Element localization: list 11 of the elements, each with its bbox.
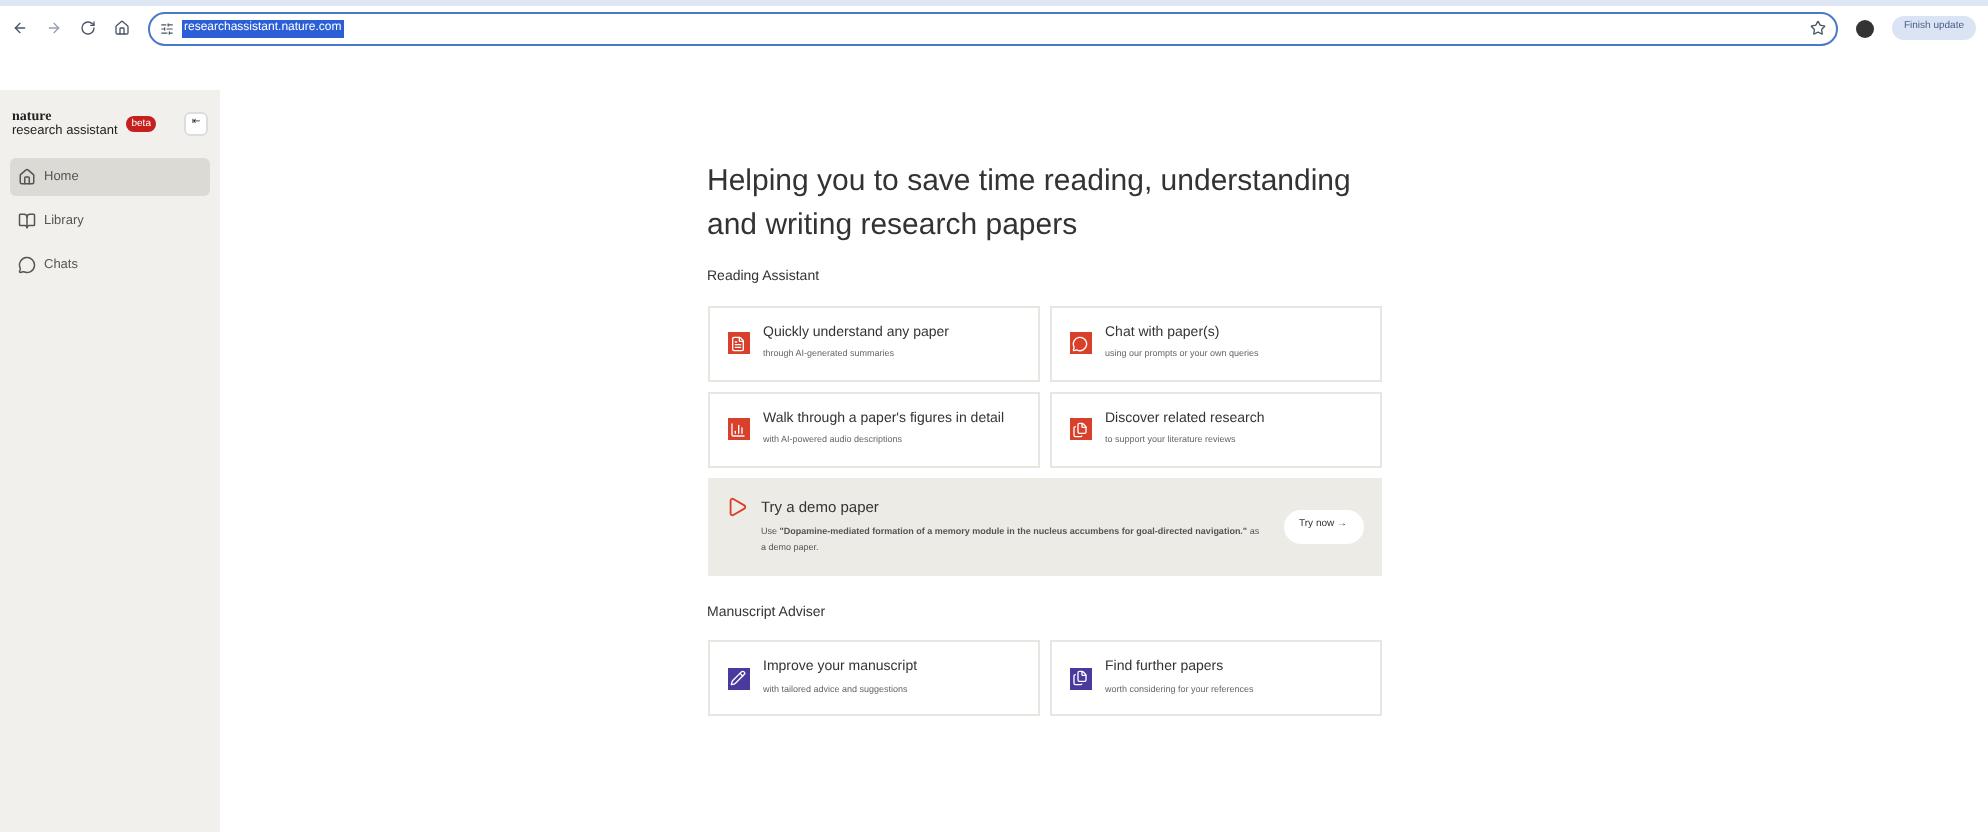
reload-icon[interactable] bbox=[80, 20, 96, 36]
book-icon bbox=[18, 212, 36, 230]
bookmark-star-icon[interactable] bbox=[1809, 20, 1826, 36]
play-icon bbox=[725, 495, 747, 517]
site-settings-icon[interactable] bbox=[160, 21, 174, 35]
home-icon[interactable] bbox=[114, 20, 130, 36]
headline: Helping you to save time reading, understanding and writing research papers bbox=[707, 162, 1353, 246]
profile-avatar[interactable] bbox=[1855, 19, 1874, 37]
home-icon bbox=[18, 168, 36, 186]
chat-icon bbox=[18, 256, 36, 274]
back-icon[interactable] bbox=[12, 20, 28, 36]
